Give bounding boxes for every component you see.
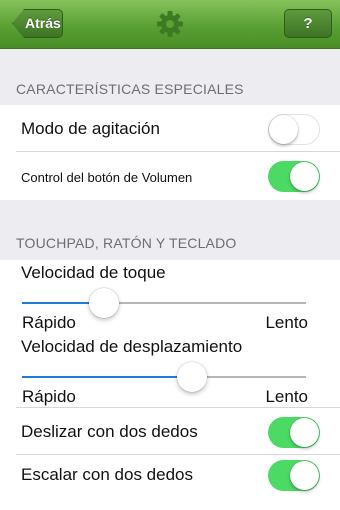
- volume-button-control-toggle[interactable]: [268, 161, 320, 192]
- two-finger-swipe-toggle[interactable]: [268, 417, 320, 448]
- tap-speed-max-label: Lento: [265, 313, 308, 332]
- slider-thumb[interactable]: [89, 288, 120, 318]
- scroll-speed-max-label: Lento: [265, 387, 308, 406]
- section-header-special-features: CARACTERÍSTICAS ESPECIALES: [0, 49, 340, 105]
- volume-button-control-label: Control del botón de Volumen: [21, 170, 193, 185]
- navigation-bar: Atrás ?: [0, 0, 340, 49]
- toggle-knob: [269, 115, 298, 144]
- section-title: CARACTERÍSTICAS ESPECIALES: [16, 81, 244, 97]
- row-two-finger-zoom: Escalar con dos dedos: [0, 456, 340, 502]
- back-button[interactable]: Atrás: [12, 9, 63, 38]
- row-divider: [16, 407, 340, 408]
- scroll-speed-min-label: Rápido: [22, 387, 76, 406]
- row-divider: [16, 454, 340, 455]
- tap-speed-slider[interactable]: [22, 288, 306, 318]
- two-finger-swipe-label: Deslizar con dos dedos: [21, 422, 198, 441]
- row-scroll-speed: Velocidad de desplazamiento Rápido Lento: [0, 334, 340, 408]
- tap-speed-min-label: Rápido: [22, 313, 76, 332]
- two-finger-zoom-label: Escalar con dos dedos: [21, 465, 193, 484]
- toggle-knob: [290, 461, 319, 490]
- tap-speed-label: Velocidad de toque: [21, 263, 166, 282]
- section-title: TOUCHPAD, RATÓN Y TECLADO: [16, 235, 237, 251]
- section-header-touchpad: TOUCHPAD, RATÓN Y TECLADO: [0, 200, 340, 260]
- toggle-knob: [290, 162, 319, 191]
- shake-mode-toggle[interactable]: [268, 114, 320, 145]
- row-shake-mode: Modo de agitación: [0, 106, 340, 152]
- two-finger-zoom-toggle[interactable]: [268, 460, 320, 491]
- back-button-label: Atrás: [25, 15, 61, 31]
- slider-thumb[interactable]: [177, 362, 208, 392]
- row-tap-speed: Velocidad de toque Rápido Lento: [0, 260, 340, 334]
- help-button-label: ?: [303, 15, 313, 32]
- help-button[interactable]: ?: [284, 9, 332, 38]
- scroll-speed-slider[interactable]: [22, 362, 306, 392]
- toggle-knob: [290, 418, 319, 447]
- slider-fill: [22, 376, 193, 378]
- row-two-finger-swipe: Deslizar con dos dedos: [0, 409, 340, 455]
- row-divider: [16, 151, 340, 152]
- gear-icon[interactable]: [155, 9, 185, 39]
- scroll-speed-label: Velocidad de desplazamiento: [21, 337, 243, 356]
- row-volume-button-control: Control del botón de Volumen: [0, 153, 340, 199]
- shake-mode-label: Modo de agitación: [21, 119, 160, 138]
